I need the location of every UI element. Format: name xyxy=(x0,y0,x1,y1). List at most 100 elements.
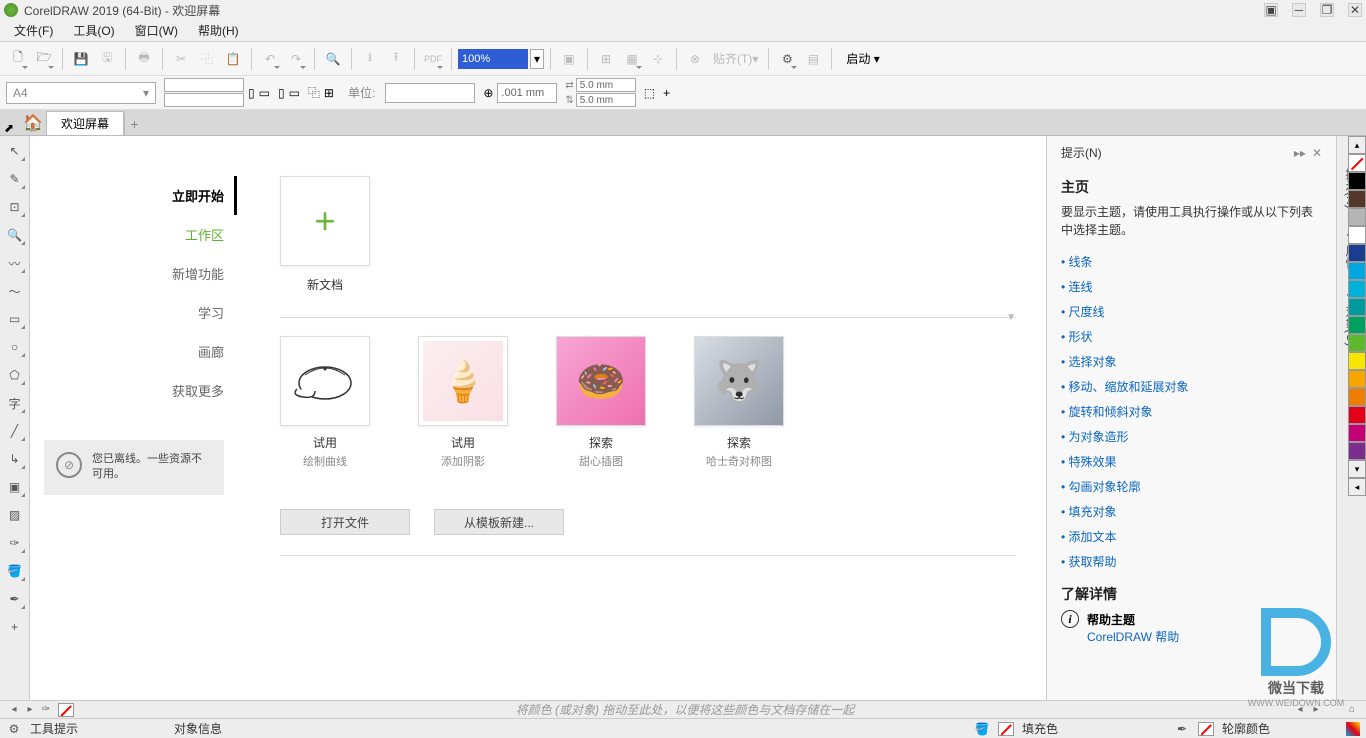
palette-up-icon[interactable]: ▴ xyxy=(1348,136,1366,154)
pen-icon[interactable]: ✒ xyxy=(1174,721,1190,737)
color-swatch[interactable] xyxy=(1348,352,1366,370)
all-pages-icon[interactable]: ▯ xyxy=(278,86,285,100)
text-tool-icon[interactable]: 字 xyxy=(4,392,26,414)
transparency-icon[interactable]: ▨ xyxy=(4,504,26,526)
color-swatch[interactable] xyxy=(1348,442,1366,460)
zoom-level[interactable]: 100% xyxy=(458,49,528,69)
fill-swatch[interactable] xyxy=(998,722,1014,736)
close-icon[interactable]: ✕ xyxy=(1348,3,1362,17)
no-color-swatch[interactable] xyxy=(1348,154,1366,172)
coreldraw-help-link[interactable]: CorelDRAW 帮助 xyxy=(1061,630,1179,644)
panel-menu-icon[interactable]: ▸▸ xyxy=(1294,146,1306,160)
menu-tools[interactable]: 工具(O) xyxy=(63,20,124,41)
color-swatch[interactable] xyxy=(1348,370,1366,388)
gallery-item-husky[interactable]: 🐺 探索 哈士奇对称图 xyxy=(694,336,784,469)
hint-link[interactable]: 特殊效果 xyxy=(1061,449,1322,474)
add-tool-icon[interactable]: + xyxy=(4,616,26,638)
fill-tool-icon[interactable]: 🪣 xyxy=(4,560,26,582)
palette-expand-icon[interactable]: ◂ xyxy=(1348,478,1366,496)
color-swatch[interactable] xyxy=(1348,316,1366,334)
chevron-down-icon[interactable]: ▼ xyxy=(1006,312,1016,323)
zoom-dropdown[interactable]: ▾ xyxy=(530,49,544,69)
fullscreen-icon[interactable]: ▣ xyxy=(557,47,581,71)
ellipse-tool-icon[interactable]: ○ xyxy=(4,336,26,358)
portrait-icon[interactable]: ▯ xyxy=(248,86,255,100)
from-template-button[interactable]: 从模板新建... xyxy=(434,509,564,535)
color-swatch[interactable] xyxy=(1348,424,1366,442)
hint-link[interactable]: 填充对象 xyxy=(1061,499,1322,524)
print-icon[interactable]: 🖶 xyxy=(132,47,156,71)
palette-down-icon[interactable]: ▾ xyxy=(1348,460,1366,478)
color-swatch[interactable] xyxy=(1348,280,1366,298)
hint-link[interactable]: 形状 xyxy=(1061,324,1322,349)
redo-icon[interactable]: ↷ xyxy=(284,47,308,71)
dup-x-input[interactable] xyxy=(576,78,636,92)
paste-icon[interactable]: 📋 xyxy=(221,47,245,71)
add-preset-icon[interactable]: + xyxy=(663,86,670,100)
freehand-tool-icon[interactable]: 〰 xyxy=(4,252,26,274)
guidelines-icon[interactable]: ⊹ xyxy=(646,47,670,71)
scroll-right-end-icon[interactable]: ▸ xyxy=(1308,703,1324,717)
outline-tool-icon[interactable]: ✒ xyxy=(4,588,26,610)
tab-welcome[interactable]: 欢迎屏幕 xyxy=(46,111,124,135)
menu-window[interactable]: 窗口(W) xyxy=(125,20,188,41)
menu-help[interactable]: 帮助(H) xyxy=(188,20,249,41)
color-swatch[interactable] xyxy=(1348,190,1366,208)
sidebar-item-learn[interactable]: 学习 xyxy=(60,293,224,332)
hint-link[interactable]: 获取帮助 xyxy=(1061,549,1322,574)
color-swatch[interactable] xyxy=(1348,172,1366,190)
sidebar-item-whatsnew[interactable]: 新增功能 xyxy=(60,254,224,293)
import-icon[interactable]: ⭳ xyxy=(358,47,382,71)
color-swatch[interactable] xyxy=(1348,334,1366,352)
undo-icon[interactable]: ↶ xyxy=(258,47,282,71)
eyedropper-icon[interactable]: ✑ xyxy=(38,703,54,717)
color-swatch[interactable] xyxy=(1348,388,1366,406)
hint-link[interactable]: 添加文本 xyxy=(1061,524,1322,549)
rulers-icon[interactable]: ⊞ xyxy=(594,47,618,71)
hint-link[interactable]: 为对象造形 xyxy=(1061,424,1322,449)
export-icon[interactable]: ⭱ xyxy=(384,47,408,71)
color-swatch[interactable] xyxy=(1348,244,1366,262)
gallery-item-cap[interactable]: 试用 绘制曲线 xyxy=(280,336,370,469)
crop-tool-icon[interactable]: ⊡ xyxy=(4,196,26,218)
hint-link[interactable]: 移动、缩放和延展对象 xyxy=(1061,374,1322,399)
landscape-icon[interactable]: ▭ xyxy=(259,86,270,100)
grid-icon[interactable]: ▦ xyxy=(620,47,644,71)
zoom-tool-icon[interactable]: 🔍 xyxy=(4,224,26,246)
cut-icon[interactable]: ✂ xyxy=(169,47,193,71)
account-icon[interactable]: ▣ xyxy=(1264,3,1278,17)
new-doc-icon[interactable]: 🗋 xyxy=(6,47,30,71)
search-icon[interactable]: 🔍 xyxy=(321,47,345,71)
copy-icon[interactable]: ⿻ xyxy=(195,47,219,71)
new-document-tile[interactable]: + xyxy=(280,176,370,266)
shape-tool-icon[interactable]: ✎ xyxy=(4,168,26,190)
launch-dropdown[interactable]: 启动 ▾ xyxy=(838,50,887,67)
page-width-input[interactable] xyxy=(164,78,244,92)
hint-link[interactable]: 线条 xyxy=(1061,249,1322,274)
current-page-icon[interactable]: ▭ xyxy=(289,86,300,100)
save-as-icon[interactable]: 🖫 xyxy=(95,47,119,71)
menu-file[interactable]: 文件(F) xyxy=(4,20,63,41)
add-tab-icon[interactable]: + xyxy=(124,113,144,135)
gear-icon[interactable]: ⚙ xyxy=(6,721,22,737)
maximize-icon[interactable]: ❐ xyxy=(1320,3,1334,17)
minimize-icon[interactable]: ─ xyxy=(1292,3,1306,17)
layout-icon2[interactable]: ⊞ xyxy=(324,86,334,100)
sidebar-item-gallery[interactable]: 画廊 xyxy=(60,332,224,371)
home-icon[interactable]: 🏠 xyxy=(20,111,46,135)
sidebar-item-getmore[interactable]: 获取更多 xyxy=(60,371,224,410)
paper-size-select[interactable]: A4▾ xyxy=(6,82,156,104)
scroll-left-end-icon[interactable]: ◂ xyxy=(1292,703,1308,717)
hint-link[interactable]: 选择对象 xyxy=(1061,349,1322,374)
nudge-icon[interactable]: ⊕ xyxy=(483,86,493,100)
facing-pages-icon[interactable]: ⿻ xyxy=(308,84,320,101)
hint-link[interactable]: 旋转和倾斜对象 xyxy=(1061,399,1322,424)
save-icon[interactable]: 💾 xyxy=(69,47,93,71)
color-swatch[interactable] xyxy=(1348,262,1366,280)
no-color-swatch[interactable] xyxy=(58,703,74,717)
pick-tool-icon[interactable]: ↖ xyxy=(4,140,26,162)
publish-pdf-icon[interactable]: PDF xyxy=(421,47,445,71)
hint-link[interactable]: 尺度线 xyxy=(1061,299,1322,324)
palette-menu-icon[interactable]: ⌂ xyxy=(1344,703,1360,717)
treat-as-filled-icon[interactable]: ⬚ xyxy=(644,86,655,100)
